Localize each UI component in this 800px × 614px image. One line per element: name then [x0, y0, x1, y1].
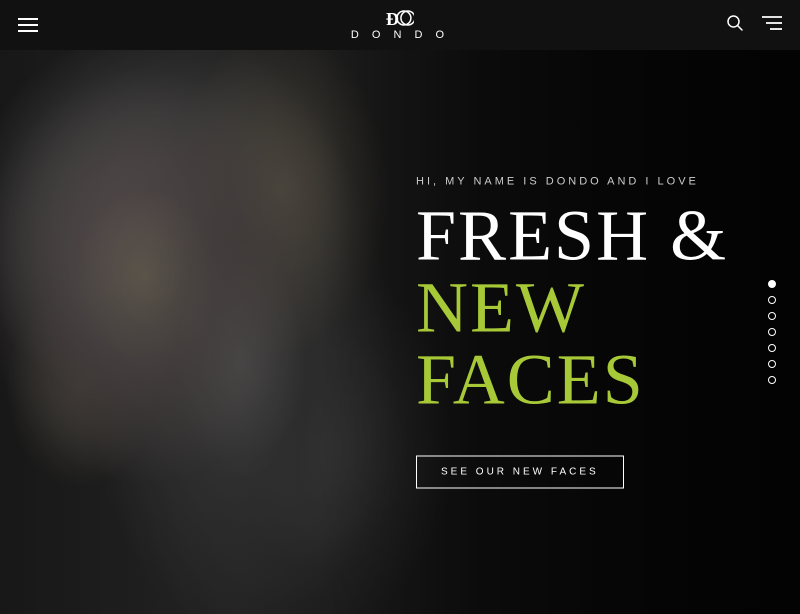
scroll-dot-7[interactable] [768, 376, 776, 384]
menu-icon[interactable] [762, 15, 782, 36]
search-icon[interactable] [726, 14, 744, 37]
hero-cta-button[interactable]: SEE OUR NEW FACES [416, 456, 624, 489]
scroll-dot-2[interactable] [768, 296, 776, 304]
hero-subtitle: HI, MY NAME IS DONDO AND I LOVE [416, 176, 800, 188]
scroll-dot-3[interactable] [768, 312, 776, 320]
header: Ð D O N D O [0, 0, 800, 50]
header-right [726, 14, 782, 37]
scroll-dots [768, 280, 776, 384]
hero-title: FRESH & NEW FACES [416, 200, 800, 416]
hero-title-line2: NEW FACES [416, 272, 800, 416]
scroll-dot-5[interactable] [768, 344, 776, 352]
scroll-dot-4[interactable] [768, 328, 776, 336]
header-left [18, 18, 38, 32]
logo[interactable]: Ð D O N D O [351, 9, 449, 41]
hamburger-menu-icon[interactable] [18, 18, 38, 32]
hero-section: HI, MY NAME IS DONDO AND I LOVE FRESH & … [0, 50, 800, 614]
logo-emblem: Ð [386, 9, 414, 27]
hero-title-line1: FRESH & [416, 200, 800, 272]
scroll-dot-6[interactable] [768, 360, 776, 368]
hero-content: HI, MY NAME IS DONDO AND I LOVE FRESH & … [416, 176, 800, 489]
scroll-dot-1[interactable] [768, 280, 776, 288]
logo-text: D O N D O [351, 29, 449, 41]
